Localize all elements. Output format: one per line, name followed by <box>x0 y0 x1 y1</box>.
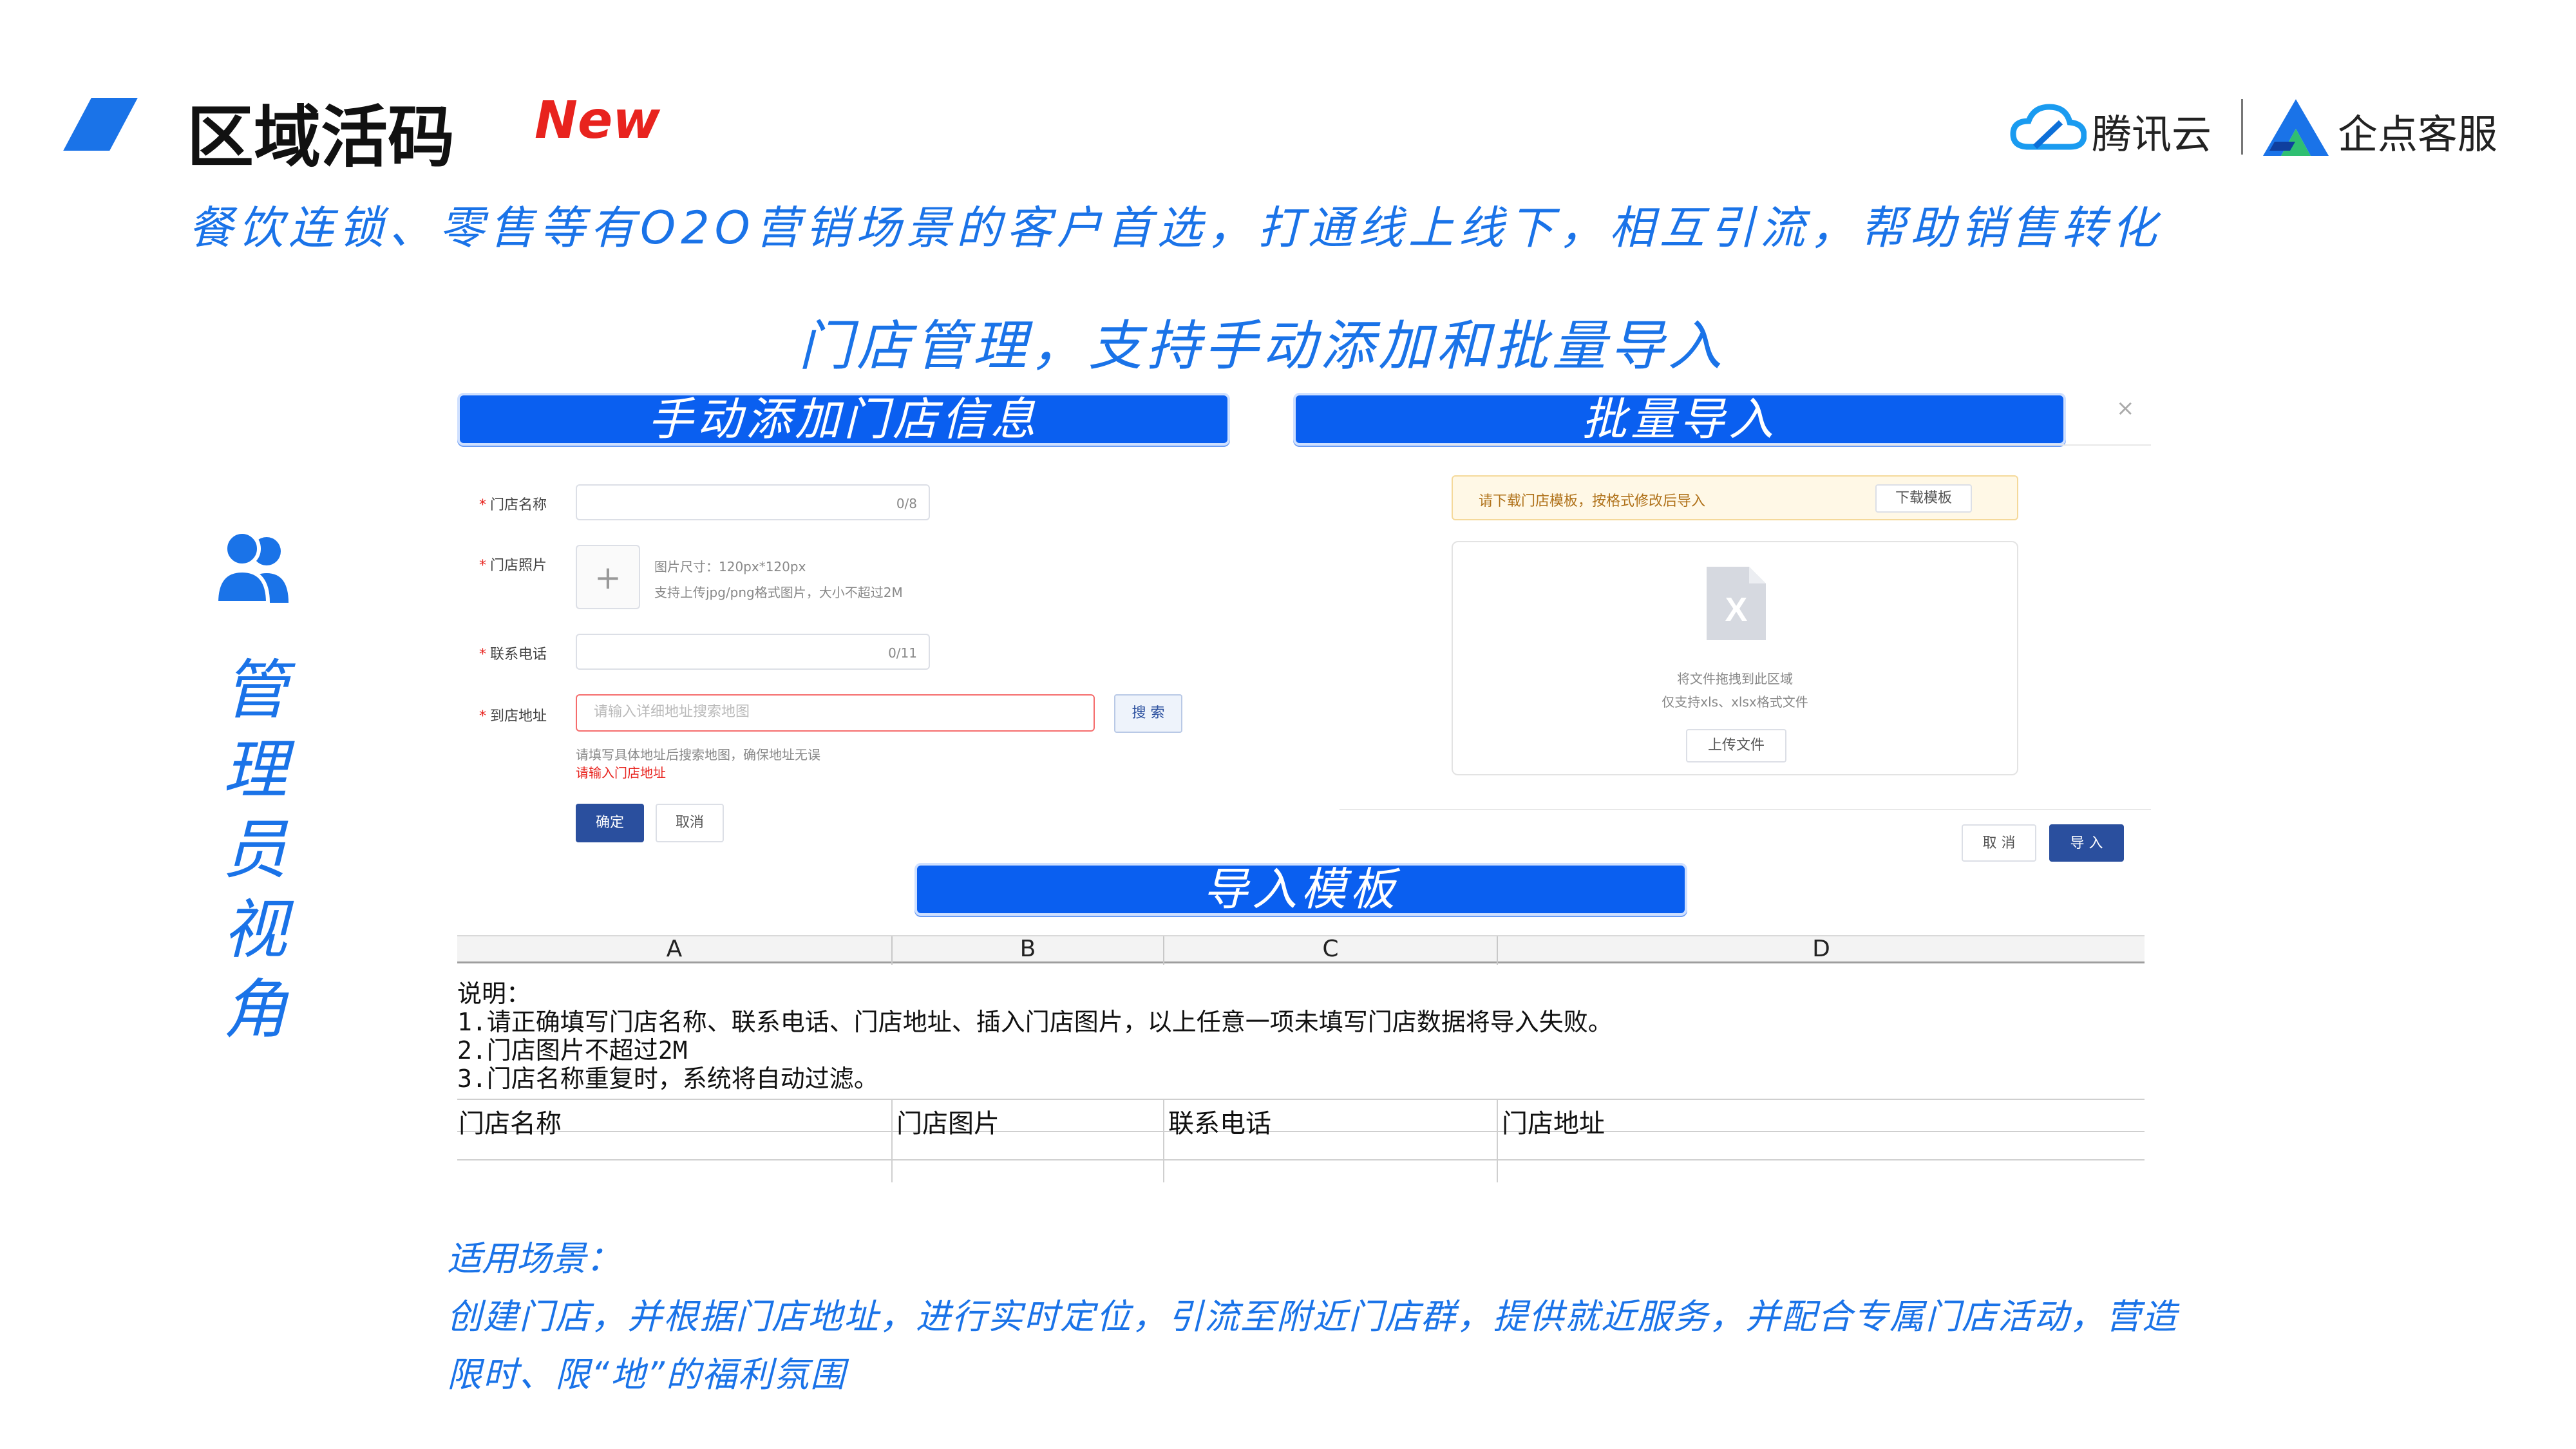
address-input[interactable]: 请输入详细地址搜索地图 <box>576 694 1095 732</box>
download-notice-text: 请下载门店模板，按格式修改后导入 <box>1479 493 1706 509</box>
scene-description-line: 创建门店，并根据门店地址，进行实时定位，引流至附近门店群，提供就近服务，并配合专… <box>447 1296 2178 1337</box>
grid-line <box>1497 1099 1498 1182</box>
photo-size-hint: 图片尺寸：120px*120px <box>654 559 806 574</box>
drop-hint: 将文件拖拽到此区域 <box>1677 671 1793 687</box>
grid-line <box>1163 1099 1164 1182</box>
header-cell-store-photo: 门店图片 <box>896 1109 999 1139</box>
column-letter: C <box>1322 936 1339 962</box>
excel-file-icon: X <box>1707 567 1766 640</box>
new-badge: New <box>535 90 661 150</box>
import-template-label: 导入模板 <box>914 863 1687 916</box>
admin-view-char: 管 <box>223 652 287 728</box>
search-button[interactable]: 搜 索 <box>1114 694 1182 733</box>
store-name-label: * 门店名称 <box>479 497 547 513</box>
column-letter: A <box>666 936 683 962</box>
store-photo-label: * 门店照片 <box>479 558 547 574</box>
import-button[interactable]: 导 入 <box>2049 824 2124 862</box>
close-icon[interactable]: × <box>2116 395 2135 421</box>
store-photo-upload[interactable]: + <box>576 545 640 609</box>
grid-line <box>457 1131 2145 1132</box>
grid-line <box>457 1159 2145 1160</box>
column-letter: B <box>1019 936 1036 962</box>
phone-label: * 联系电话 <box>479 647 547 663</box>
header-cell-store-name: 门店名称 <box>459 1109 562 1139</box>
dialog-footer-divider <box>1340 809 2151 810</box>
header-cell-phone: 联系电话 <box>1168 1109 1271 1139</box>
column-letter: D <box>1812 936 1830 962</box>
dialog-header-divider <box>1430 444 2151 446</box>
photo-format-hint: 支持上传jpg/png格式图片，大小不超过2M <box>654 585 903 600</box>
admin-view-char: 角 <box>223 972 287 1047</box>
batch-cancel-button[interactable]: 取 消 <box>1962 824 2036 862</box>
qidian-logo-text: 企点客服 <box>2338 111 2498 158</box>
plus-icon: + <box>594 559 621 596</box>
tencent-cloud-icon <box>2010 104 2087 150</box>
address-label: * 到店地址 <box>479 708 547 724</box>
grid-line <box>891 1099 893 1182</box>
file-mark: X <box>1725 591 1748 629</box>
file-dropzone[interactable]: X 将文件拖拽到此区域 仅支持xls、xlsx格式文件 上传文件 <box>1452 541 2018 775</box>
tencent-cloud-logo-text: 腾讯云 <box>2092 111 2212 158</box>
format-hint: 仅支持xls、xlsx格式文件 <box>1662 694 1808 710</box>
store-name-counter: 0/8 <box>896 496 917 511</box>
scene-title: 适用场景： <box>447 1238 621 1279</box>
phone-input[interactable]: 0/11 <box>576 634 930 670</box>
upload-file-button[interactable]: 上传文件 <box>1686 729 1786 762</box>
address-error: 请输入门店地址 <box>576 765 666 781</box>
header-cell-address: 门店地址 <box>1502 1109 1605 1139</box>
manual-cancel-button[interactable]: 取消 <box>656 804 724 842</box>
download-template-button[interactable]: 下载模板 <box>1875 484 1972 513</box>
slide-subtitle: 餐饮连锁、零售等有O2O营销场景的客户首选，打通线上线下，相互引流，帮助销售转化 <box>188 202 2162 254</box>
admin-view-char: 员 <box>223 812 287 887</box>
phone-counter: 0/11 <box>888 645 917 661</box>
title-accent-bar <box>63 98 138 151</box>
admin-users-icon <box>214 530 289 605</box>
logo-divider <box>2241 99 2243 155</box>
download-notice: 请下载门店模板，按格式修改后导入 下载模板 <box>1452 475 2018 520</box>
brand-logos: 腾讯云 企点客服 <box>2009 95 2512 160</box>
qidian-logo-icon <box>2263 99 2329 156</box>
admin-view-label: 管 理 员 视 角 <box>216 650 294 1050</box>
section-heading: 门店管理，支持手动添加和批量导入 <box>799 314 1727 377</box>
admin-view-char: 视 <box>223 892 287 967</box>
sheet-column-header: A B C D <box>457 935 2145 965</box>
grid-line <box>457 1099 2145 1100</box>
template-note: 3.门店名称重复时，系统将自动过滤。 <box>457 1065 878 1093</box>
confirm-button[interactable]: 确定 <box>576 804 644 842</box>
batch-import-label: 批量导入 <box>1293 393 2066 446</box>
slide-title: 区域活码 <box>187 98 455 176</box>
store-name-input[interactable]: 0/8 <box>576 484 930 520</box>
address-hint: 请填写具体地址后搜索地图，确保地址无误 <box>576 747 820 762</box>
scene-description-line: 限时、限“地”的福利氛围 <box>447 1354 846 1395</box>
admin-view-char: 理 <box>223 732 287 808</box>
manual-add-label: 手动添加门店信息 <box>457 393 1230 446</box>
